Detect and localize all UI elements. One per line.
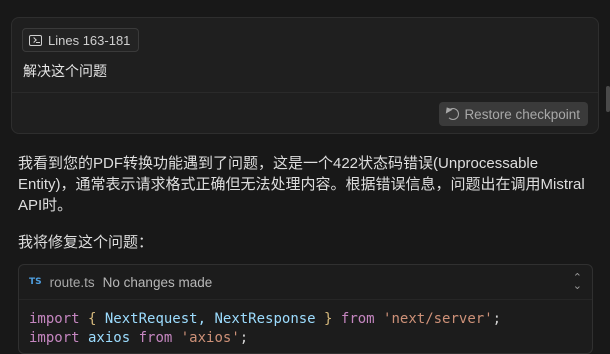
code-content: import { NextRequest, NextResponse } fro… [19,300,592,348]
context-chip-label: Lines 163-181 [48,32,131,48]
file-name[interactable]: route.ts [50,275,95,290]
restore-checkpoint-label: Restore checkpoint [464,106,580,122]
scrollbar-thumb[interactable] [606,86,610,112]
divider [12,92,598,93]
user-message-text: 解决这个问题 [23,63,107,79]
code-line: import axios from 'axios'; [29,330,249,346]
code-block: TS route.ts No changes made ⌃ ⌄ import { … [18,264,593,354]
terminal-icon [29,34,42,46]
restore-checkpoint-button[interactable]: Restore checkpoint [439,102,588,126]
file-status: No changes made [102,274,213,290]
expand-collapse-icon[interactable]: ⌃ ⌄ [573,273,582,292]
context-chip[interactable]: Lines 163-181 [22,28,140,52]
restore-icon [447,108,460,120]
code-block-header[interactable]: TS route.ts No changes made ⌃ ⌄ [19,265,592,300]
code-line: import { NextRequest, NextResponse } fro… [29,311,502,327]
typescript-icon: TS [29,277,42,287]
assistant-paragraph: 我看到您的PDF转换功能遇到了问题，这是一个422状态码错误(Unprocess… [18,155,585,214]
assistant-paragraph: 我将修复这个问题： [18,234,154,251]
user-message-card: Lines 163-181 解决这个问题 Restore checkpoint [11,17,599,134]
